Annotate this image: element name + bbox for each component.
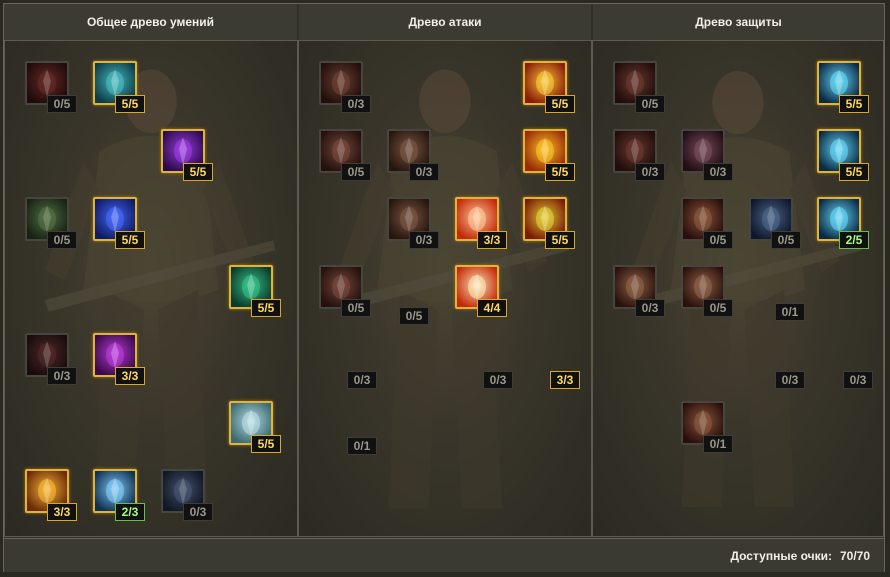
defense-tree-panel: 0/5 5/5 0/3 0/3 5/5 0/5 0/5 2/5 0/3 0/5 0/1 0/1 0/3 0…	[592, 40, 884, 537]
skill-rank-badge: 0/5	[47, 231, 77, 249]
skill-slot[interactable]: 0/3	[613, 129, 665, 181]
skill-rank-badge: 0/3	[409, 163, 439, 181]
skill-rank-badge: 5/5	[545, 231, 575, 249]
skill-slot[interactable]: 5/5	[523, 129, 575, 181]
locked-skill-rank-badge: 0/3	[347, 371, 377, 389]
tab-general-tree[interactable]: Общее древо умений	[4, 4, 297, 42]
skill-slot[interactable]: 0/3	[25, 333, 77, 385]
attack-tree-panel: 0/3 5/5 0/5 0/3 5/5 0/3 3/3 5/5 0/5 4/4 0/5 0/3 0/3 3…	[298, 40, 592, 537]
skill-slot[interactable]: 0/5	[749, 197, 801, 249]
locked-skill-rank-badge: 0/3	[483, 371, 513, 389]
skill-rank-badge: 3/3	[477, 231, 507, 249]
skill-rank-badge: 0/5	[341, 163, 371, 181]
skill-rank-badge: 0/3	[703, 163, 733, 181]
skill-rank-badge: 0/5	[703, 231, 733, 249]
skill-slot[interactable]: 3/3	[25, 469, 77, 521]
skill-rank-badge: 0/3	[47, 367, 77, 385]
skill-rank-badge: 5/5	[545, 95, 575, 113]
skill-rank-badge: 3/3	[115, 367, 145, 385]
skill-rank-badge: 2/5	[839, 231, 869, 249]
skill-slot[interactable]: 0/5	[681, 197, 733, 249]
tab-defense-tree[interactable]: Древо защиты	[593, 4, 884, 42]
locked-skill-rank-badge: 0/1	[775, 303, 805, 321]
locked-skill-rank-badge: 0/5	[399, 307, 429, 325]
skill-rank-badge: 0/5	[635, 95, 665, 113]
skill-rank-badge: 0/3	[341, 95, 371, 113]
skill-rank-badge: 5/5	[115, 95, 145, 113]
skill-slot[interactable]: 5/5	[523, 61, 575, 113]
general-tree-panel: 0/5 5/5 5/5 0/5 5/5 5/5 0/3 3/3 5/5 3/3 2/3 0/3	[4, 40, 298, 537]
skill-slot[interactable]: 0/5	[25, 61, 77, 113]
skill-slot[interactable]: 0/3	[387, 197, 439, 249]
available-points-label: Доступные очки:	[730, 548, 832, 563]
skill-rank-badge: 5/5	[839, 163, 869, 181]
skill-rank-badge: 0/5	[341, 299, 371, 317]
skill-rank-badge: 0/3	[183, 503, 213, 521]
skill-slot[interactable]: 4/4	[455, 265, 507, 317]
skill-slot[interactable]: 5/5	[817, 61, 869, 113]
skill-slot[interactable]: 5/5	[229, 265, 281, 317]
skill-slot[interactable]: 0/3	[613, 265, 665, 317]
locked-skill-rank-badge: 0/1	[347, 437, 377, 455]
skill-rank-badge: 5/5	[183, 163, 213, 181]
skill-rank-badge: 0/3	[635, 163, 665, 181]
skill-rank-badge: 5/5	[251, 299, 281, 317]
skill-slot[interactable]: 2/3	[93, 469, 145, 521]
locked-skill-rank-badge: 0/3	[775, 371, 805, 389]
skill-slot[interactable]: 0/5	[319, 265, 371, 317]
skill-slot[interactable]: 5/5	[229, 401, 281, 453]
skill-rank-badge: 0/3	[409, 231, 439, 249]
skill-rank-badge: 5/5	[839, 95, 869, 113]
skill-slot[interactable]: 0/3	[387, 129, 439, 181]
skill-slot[interactable]: 2/5	[817, 197, 869, 249]
skill-slot[interactable]: 5/5	[161, 129, 213, 181]
skill-slot[interactable]: 5/5	[93, 197, 145, 249]
skill-slot[interactable]: 0/5	[319, 129, 371, 181]
skill-rank-badge: 3/3	[47, 503, 77, 521]
skill-slot[interactable]: 5/5	[93, 61, 145, 113]
skill-slot[interactable]: 5/5	[523, 197, 575, 249]
skill-slot[interactable]: 0/3	[161, 469, 213, 521]
footer-bar: Доступные очки: 70/70	[4, 538, 884, 572]
skill-rank-badge: 4/4	[477, 299, 507, 317]
skill-slot[interactable]: 0/3	[319, 61, 371, 113]
skill-rank-badge: 2/3	[115, 503, 145, 521]
skill-slot[interactable]: 0/5	[681, 265, 733, 317]
skill-slot[interactable]: 0/5	[25, 197, 77, 249]
locked-skill-rank-badge: 0/3	[843, 371, 873, 389]
skill-slot[interactable]: 0/1	[681, 401, 733, 453]
skill-slot[interactable]: 0/3	[681, 129, 733, 181]
skill-rank-badge: 0/5	[771, 231, 801, 249]
tab-attack-tree[interactable]: Древо атаки	[299, 4, 591, 42]
skill-rank-badge: 0/5	[47, 95, 77, 113]
skill-slot[interactable]: 0/5	[613, 61, 665, 113]
skill-rank-badge: 5/5	[545, 163, 575, 181]
locked-skill-rank-badge: 3/3	[550, 371, 580, 389]
skill-rank-badge: 0/3	[635, 299, 665, 317]
available-points-value: 70/70	[839, 548, 870, 563]
skill-slot[interactable]: 5/5	[817, 129, 869, 181]
skill-slot[interactable]: 3/3	[93, 333, 145, 385]
skill-slot[interactable]: 3/3	[455, 197, 507, 249]
skill-rank-badge: 0/5	[703, 299, 733, 317]
skill-rank-badge: 5/5	[251, 435, 281, 453]
skill-rank-badge: 0/1	[703, 435, 733, 453]
skill-rank-badge: 5/5	[115, 231, 145, 249]
